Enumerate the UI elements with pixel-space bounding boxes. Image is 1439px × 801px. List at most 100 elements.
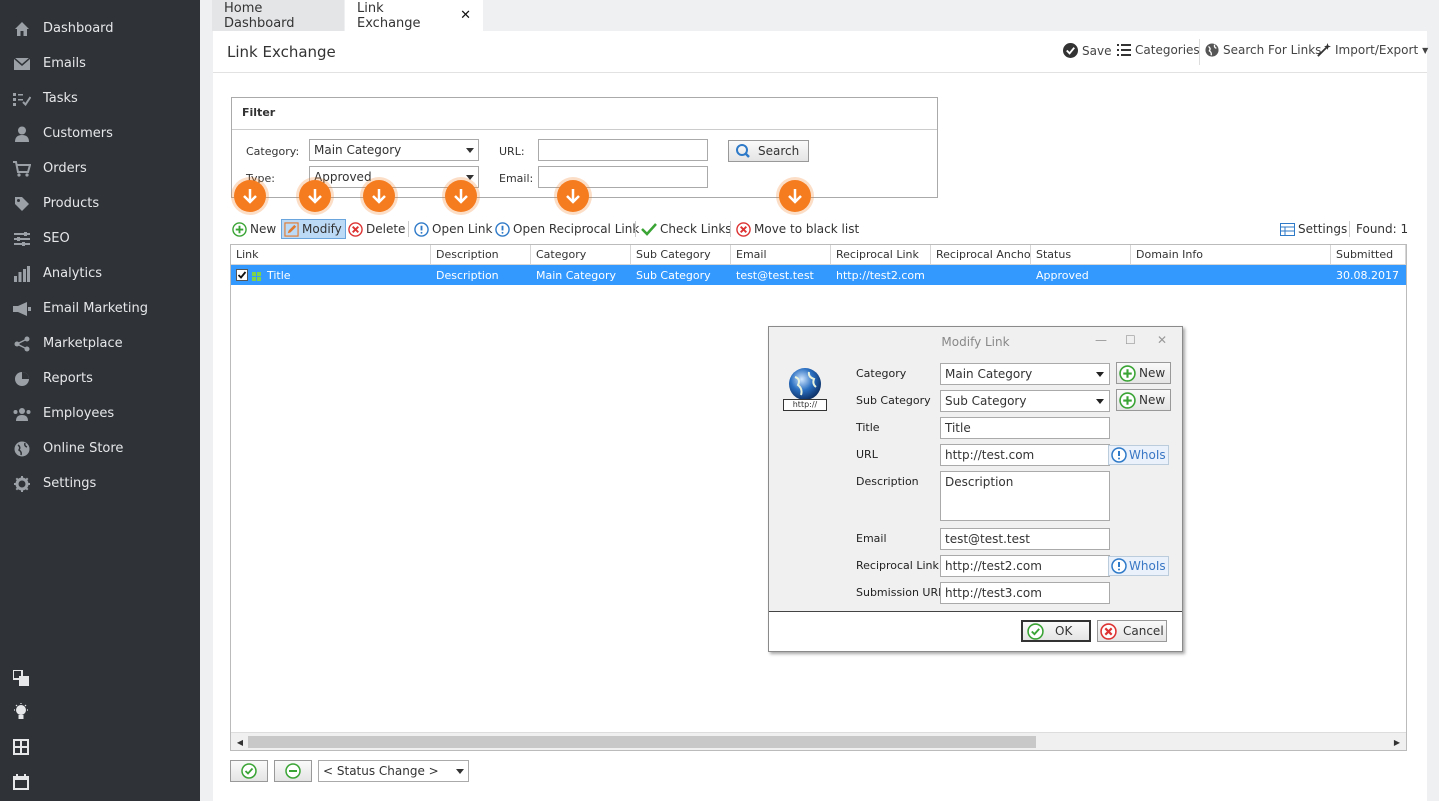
- column-header[interactable]: Reciprocal Ancho: [931, 245, 1031, 265]
- link-cell: Title: [231, 265, 431, 285]
- new-subcategory-button[interactable]: New: [1116, 389, 1171, 411]
- chevron-down-icon: [1096, 372, 1104, 377]
- calendar-icon[interactable]: [12, 773, 30, 791]
- modify-button[interactable]: Modify: [281, 219, 346, 239]
- column-header[interactable]: Description: [431, 245, 531, 265]
- scroll-left-icon[interactable]: ◀: [233, 735, 247, 749]
- import-export-button[interactable]: Import/Export ▼: [1317, 43, 1428, 57]
- status-change-select[interactable]: < Status Change >: [318, 760, 469, 782]
- subcategory-label: Sub Category: [856, 394, 931, 407]
- links-grid: Link Description Category Sub Category E…: [230, 244, 1407, 751]
- page-title: Link Exchange: [227, 43, 336, 61]
- info-circle-icon: [414, 221, 429, 237]
- sidebar-item-employees[interactable]: Employees: [0, 396, 200, 431]
- column-header[interactable]: Submitted: [1331, 245, 1406, 265]
- scroll-thumb[interactable]: [248, 736, 1036, 748]
- table-cell: [1131, 265, 1331, 285]
- column-header[interactable]: Link: [231, 245, 431, 265]
- move-to-blacklist-button[interactable]: Move to black list: [736, 219, 859, 239]
- open-reciprocal-link-button[interactable]: Open Reciprocal Link: [495, 219, 639, 239]
- table-row[interactable]: Title Description Main Category Sub Cate…: [231, 265, 1406, 285]
- email-field[interactable]: test@test.test: [940, 528, 1110, 550]
- minimize-icon[interactable]: —: [1095, 333, 1107, 347]
- sidebar-item-analytics[interactable]: Analytics: [0, 256, 200, 291]
- sidebar-item-emails[interactable]: Emails: [0, 46, 200, 81]
- search-button[interactable]: Search: [728, 140, 809, 162]
- whois-url-button[interactable]: WhoIs: [1108, 445, 1169, 465]
- maximize-icon[interactable]: ☐: [1125, 333, 1136, 347]
- email-label: Email:: [499, 172, 534, 185]
- search-links-button[interactable]: Search For Links: [1205, 43, 1321, 57]
- whois-reciprocal-button[interactable]: WhoIs: [1108, 556, 1169, 576]
- close-icon[interactable]: ✕: [1157, 333, 1167, 347]
- toolbar-divider: [635, 221, 636, 237]
- sidebar-item-orders[interactable]: Orders: [0, 151, 200, 186]
- title-label: Title: [856, 421, 880, 434]
- open-link-button[interactable]: Open Link: [414, 219, 492, 239]
- dialog-category-select[interactable]: Main Category: [940, 363, 1110, 385]
- column-header[interactable]: Sub Category: [631, 245, 731, 265]
- submission-url-field[interactable]: http://test3.com: [940, 582, 1110, 604]
- hint-arrow-icon: [234, 180, 266, 212]
- new-button[interactable]: New: [232, 219, 276, 239]
- scroll-right-icon[interactable]: ▶: [1390, 735, 1404, 749]
- title-field[interactable]: Title: [940, 417, 1110, 439]
- column-header[interactable]: Reciprocal Link: [831, 245, 931, 265]
- header-divider: [1199, 39, 1200, 65]
- column-header[interactable]: Status: [1031, 245, 1131, 265]
- plus-circle-icon: [1119, 391, 1136, 409]
- ok-button[interactable]: OK: [1021, 620, 1091, 642]
- status-dot-icon: [252, 271, 261, 281]
- calculator-icon[interactable]: [12, 738, 30, 756]
- save-button[interactable]: Save: [1063, 43, 1111, 58]
- close-icon[interactable]: ✕: [460, 8, 471, 23]
- sidebar-item-seo[interactable]: SEO: [0, 221, 200, 256]
- sidebar-item-marketplace[interactable]: Marketplace: [0, 326, 200, 361]
- bar-chart-icon: [12, 264, 32, 284]
- table-icon: [1280, 222, 1295, 236]
- column-header[interactable]: Email: [731, 245, 831, 265]
- categories-button[interactable]: Categories: [1117, 43, 1200, 57]
- table-cell: [931, 265, 1031, 285]
- table-cell: Approved: [1036, 268, 1089, 282]
- reciprocal-link-field[interactable]: http://test2.com: [940, 555, 1110, 577]
- sidebar-item-online-store[interactable]: Online Store: [0, 431, 200, 466]
- user-icon: [12, 124, 32, 144]
- list-icon: [1117, 44, 1131, 56]
- table-cell: Description: [436, 268, 499, 282]
- url-input[interactable]: [538, 139, 708, 161]
- info-circle-icon: [1111, 558, 1127, 574]
- approve-button[interactable]: [230, 760, 268, 782]
- url-field[interactable]: http://test.com: [940, 444, 1110, 466]
- row-checkbox[interactable]: [236, 269, 248, 281]
- sidebar-item-customers[interactable]: Customers: [0, 116, 200, 151]
- category-select[interactable]: Main Category: [309, 139, 479, 161]
- cart-icon: [12, 159, 32, 179]
- sidebar-item-products[interactable]: Products: [0, 186, 200, 221]
- tab-home-dashboard[interactable]: Home Dashboard: [212, 0, 344, 31]
- globe-icon: [1205, 43, 1219, 57]
- column-header[interactable]: Category: [531, 245, 631, 265]
- sidebar: Dashboard Emails Tasks Customers Orders …: [0, 0, 200, 801]
- search-icon: [736, 144, 750, 158]
- chevron-down-icon: [466, 175, 474, 180]
- reject-button[interactable]: [274, 760, 312, 782]
- dialog-subcategory-select[interactable]: Sub Category: [940, 390, 1110, 412]
- layout-icon[interactable]: [12, 669, 30, 687]
- horizontal-scrollbar[interactable]: ◀ ▶: [231, 732, 1406, 750]
- sidebar-item-reports[interactable]: Reports: [0, 361, 200, 396]
- grid-settings-button[interactable]: Settings: [1280, 219, 1347, 239]
- tab-link-exchange[interactable]: Link Exchange ✕: [345, 0, 483, 31]
- sidebar-item-tasks[interactable]: Tasks: [0, 81, 200, 116]
- lightbulb-icon[interactable]: [12, 703, 30, 721]
- description-field[interactable]: Description: [940, 471, 1110, 521]
- sidebar-item-email-marketing[interactable]: Email Marketing: [0, 291, 200, 326]
- sidebar-item-settings[interactable]: Settings: [0, 466, 200, 501]
- found-count: Found: 1: [1356, 222, 1409, 236]
- sidebar-item-dashboard[interactable]: Dashboard: [0, 11, 200, 46]
- column-header[interactable]: Domain Info: [1131, 245, 1331, 265]
- new-category-button[interactable]: New: [1116, 362, 1171, 384]
- cancel-button[interactable]: Cancel: [1097, 620, 1167, 642]
- check-links-button[interactable]: Check Links: [641, 219, 732, 239]
- delete-button[interactable]: Delete: [348, 219, 405, 239]
